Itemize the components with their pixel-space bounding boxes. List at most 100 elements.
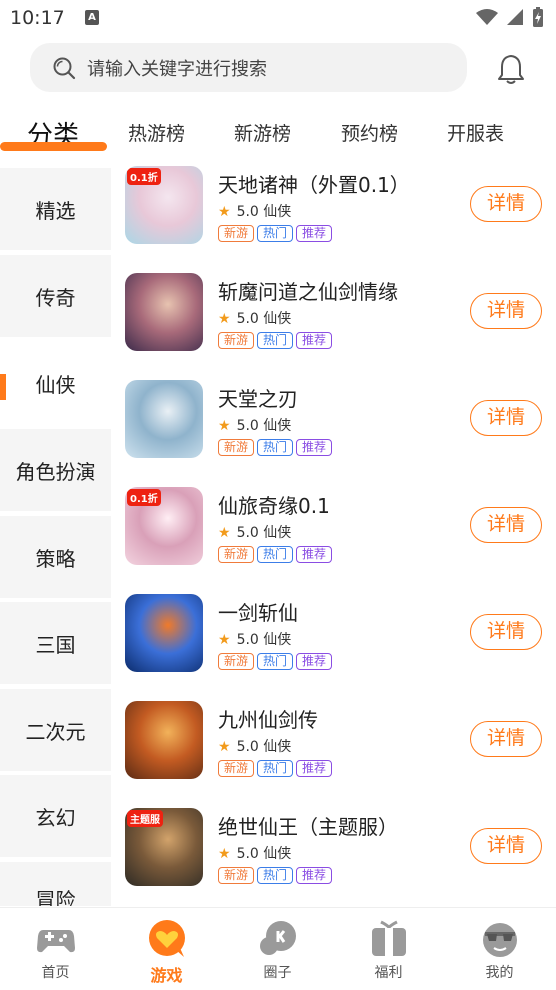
game-thumbnail[interactable] [125, 701, 203, 779]
game-badge: 0.1折 [127, 168, 161, 185]
category-item[interactable]: 角色扮演 [0, 429, 111, 511]
category-item[interactable]: 传奇 [0, 255, 111, 337]
detail-button[interactable]: 详情 [470, 186, 542, 222]
category-label: 冒险 [35, 888, 76, 906]
category-item[interactable]: 策略 [0, 516, 111, 598]
star-icon: ★ [218, 204, 231, 220]
nav-label: 圈子 [263, 965, 292, 981]
search-icon [53, 57, 76, 80]
category-label: 仙侠 [35, 372, 76, 397]
star-icon: ★ [218, 739, 231, 755]
game-tag: 推荐 [296, 439, 333, 456]
detail-button[interactable]: 详情 [470, 400, 542, 436]
game-tags: 新游 热门 推荐 [218, 760, 333, 777]
game-item[interactable]: 0.1折 仙旅奇缘0.1 ★ 5.0 仙侠 新游 热门 推荐 详情 [125, 487, 545, 587]
bell-icon[interactable] [496, 53, 526, 85]
game-name: 天堂之刃 [218, 387, 298, 411]
game-tag: 新游 [218, 867, 255, 884]
game-tag: 新游 [218, 439, 255, 456]
category-label: 策略 [35, 546, 76, 571]
game-name: 仙旅奇缘0.1 [218, 494, 330, 518]
nav-circle[interactable]: 圈子 [222, 908, 333, 990]
game-thumbnail[interactable]: 0.1折 [125, 487, 203, 565]
rating-value: 5.0 [236, 204, 259, 220]
heart-chat-icon [149, 920, 185, 957]
game-name: 斩魔问道之仙剑情缘 [218, 280, 398, 304]
detail-button[interactable]: 详情 [470, 614, 542, 650]
game-item[interactable]: 一剑斩仙 ★ 5.0 仙侠 新游 热门 推荐 详情 [125, 594, 545, 694]
status-time: 10:17 [10, 7, 65, 29]
tab-hot-ranking[interactable]: 热游榜 [128, 119, 185, 146]
battery-icon [533, 7, 543, 27]
bubble-icon [260, 921, 296, 955]
detail-button[interactable]: 详情 [470, 507, 542, 543]
nav-label: 游戏 [150, 966, 183, 985]
detail-button[interactable]: 详情 [470, 721, 542, 757]
rating-value: 5.0 [236, 525, 259, 541]
game-name: 天地诸神（外置0.1） [218, 173, 410, 197]
gamepad-icon [37, 930, 75, 953]
game-tag: 推荐 [296, 653, 333, 670]
game-rating: ★ 5.0 仙侠 [218, 308, 291, 328]
game-name: 九州仙剑传 [218, 708, 318, 732]
game-tag: 新游 [218, 332, 255, 349]
rating-value: 5.0 [236, 846, 259, 862]
nav-welfare[interactable]: 福利 [333, 908, 444, 990]
star-icon: ★ [218, 418, 231, 434]
game-thumbnail[interactable] [125, 594, 203, 672]
category-label: 玄幻 [35, 805, 76, 830]
rating-value: 5.0 [236, 739, 259, 755]
detail-button[interactable]: 详情 [470, 828, 542, 864]
game-tag: 热门 [257, 867, 294, 884]
search-placeholder: 请输入关键字进行搜索 [87, 59, 267, 80]
game-tags: 新游 热门 推荐 [218, 653, 333, 670]
nav-label: 我的 [485, 965, 514, 981]
game-thumbnail[interactable]: 0.1折 [125, 166, 203, 244]
detail-button[interactable]: 详情 [470, 293, 542, 329]
game-genre: 仙侠 [263, 525, 292, 541]
game-tag: 新游 [218, 760, 255, 777]
nav-games[interactable]: 游戏 [111, 908, 222, 990]
game-rating: ★ 5.0 仙侠 [218, 522, 291, 542]
nav-home[interactable]: 首页 [0, 908, 111, 990]
game-tag: 热门 [257, 332, 294, 349]
category-label: 传奇 [35, 285, 76, 310]
game-item[interactable]: 天堂之刃 ★ 5.0 仙侠 新游 热门 推荐 详情 [125, 380, 545, 480]
category-item[interactable]: 三国 [0, 602, 111, 684]
game-tag: 热门 [257, 439, 294, 456]
category-item[interactable]: 冒险 [0, 862, 111, 906]
search-bar[interactable]: 请输入关键字进行搜索 [30, 43, 467, 92]
tab-server-schedule[interactable]: 开服表 [447, 119, 504, 146]
game-thumbnail[interactable] [125, 380, 203, 458]
category-item[interactable]: 二次元 [0, 689, 111, 771]
status-bar: 10:17 A [0, 0, 556, 36]
game-tag: 推荐 [296, 225, 333, 242]
category-item[interactable]: 精选 [0, 168, 111, 250]
game-tag: 热门 [257, 225, 294, 242]
game-genre: 仙侠 [263, 846, 292, 862]
game-rating: ★ 5.0 仙侠 [218, 201, 291, 221]
game-item[interactable]: 斩魔问道之仙剑情缘 ★ 5.0 仙侠 新游 热门 推荐 详情 [125, 273, 545, 373]
nav-profile[interactable]: 我的 [444, 908, 555, 990]
game-tag: 热门 [257, 546, 294, 563]
category-label: 精选 [35, 198, 76, 223]
category-sidebar: 精选 传奇 仙侠 角色扮演 策略 三国 二次元 玄幻 冒险 [0, 168, 111, 906]
game-thumbnail[interactable]: 主题服 [125, 808, 203, 886]
tab-reservation-ranking[interactable]: 预约榜 [341, 119, 398, 146]
game-tag: 推荐 [296, 867, 333, 884]
game-item[interactable]: 主题服 绝世仙王（主题服） ★ 5.0 仙侠 新游 热门 推荐 详情 [125, 808, 545, 908]
game-thumbnail[interactable] [125, 273, 203, 351]
category-item-active[interactable]: 仙侠 [0, 342, 111, 424]
nav-label: 首页 [41, 965, 70, 981]
signal-icon [507, 9, 523, 25]
active-tab-indicator [0, 142, 107, 151]
system-icons [476, 6, 544, 28]
star-icon: ★ [218, 846, 231, 862]
game-item[interactable]: 九州仙剑传 ★ 5.0 仙侠 新游 热门 推荐 详情 [125, 701, 545, 801]
game-item[interactable]: 0.1折 天地诸神（外置0.1） ★ 5.0 仙侠 新游 热门 推荐 详情 [125, 166, 545, 266]
category-item[interactable]: 玄幻 [0, 775, 111, 857]
game-name: 一剑斩仙 [218, 601, 298, 625]
tab-new-ranking[interactable]: 新游榜 [234, 119, 291, 146]
category-label: 二次元 [25, 719, 86, 744]
game-rating: ★ 5.0 仙侠 [218, 843, 291, 863]
